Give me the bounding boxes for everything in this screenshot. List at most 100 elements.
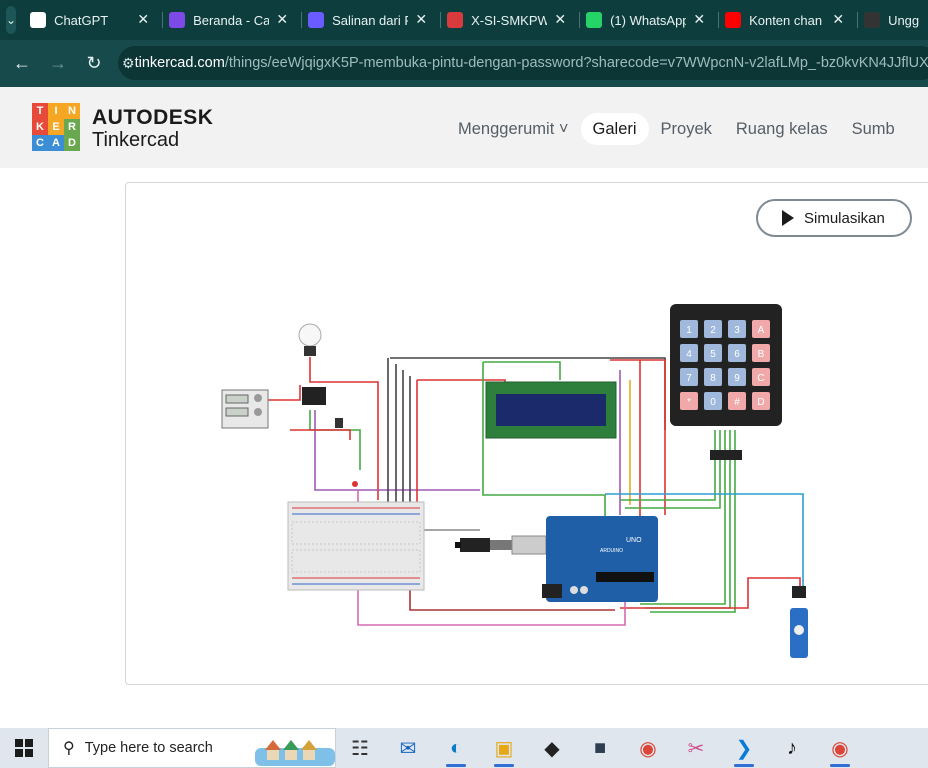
- close-icon[interactable]: ✕: [554, 11, 566, 28]
- task-view-icon[interactable]: ☷: [336, 728, 384, 768]
- close-icon[interactable]: ✕: [276, 11, 288, 28]
- taskbar-search[interactable]: ⚲ Type here to search: [48, 728, 336, 768]
- keypad-key-label: 8: [710, 373, 716, 384]
- taskbar-apps: ☷ ✉ ◐ ▣ ◆ ■ ◉ ✂ ❯ ♪ ◉: [336, 728, 864, 768]
- keypad[interactable]: 1 2 3 A 4 5 6 B 7 8 9 C * 0 # D: [670, 304, 782, 460]
- tab-title: Salinan dari Pr: [332, 12, 408, 28]
- tab-title: (1) WhatsApp: [610, 12, 687, 28]
- browser-tab[interactable]: Beranda - Canva ✕: [163, 0, 303, 40]
- keypad-key-label: D: [757, 397, 764, 408]
- reload-icon: ↻: [86, 53, 102, 73]
- relay[interactable]: [302, 387, 326, 405]
- arduino-brand-text: ARDUINO: [600, 548, 623, 554]
- keypad-key-label: 6: [734, 349, 740, 360]
- youtube-icon: [725, 12, 742, 28]
- keypad-key-label: *: [687, 397, 691, 408]
- transistor[interactable]: [335, 418, 343, 428]
- browser-tab[interactable]: X-SI-SMKPW ✕: [441, 0, 581, 40]
- arduino-board[interactable]: UNO ARDUINO: [542, 516, 658, 602]
- simulate-button[interactable]: Simulasikan: [756, 199, 912, 237]
- arduino-uno-text: UNO: [626, 537, 642, 544]
- close-icon[interactable]: ✕: [832, 11, 844, 28]
- logo-letter: N: [64, 103, 80, 119]
- browser-tab[interactable]: Konten chan ✕: [719, 0, 859, 40]
- browser-tab[interactable]: ChatGPT ✕: [24, 0, 164, 40]
- search-placeholder: Type here to search: [84, 740, 213, 756]
- close-icon[interactable]: ✕: [693, 11, 705, 28]
- servo-motor[interactable]: [790, 586, 808, 658]
- start-button[interactable]: [0, 728, 48, 768]
- site-info-icon[interactable]: ⚙: [122, 55, 135, 72]
- logo-letter: D: [64, 135, 80, 151]
- url-host: tinkercad.com: [134, 55, 225, 71]
- github-icon: [864, 12, 881, 28]
- breadboard[interactable]: [287, 501, 425, 591]
- windows-icon: [15, 739, 33, 757]
- logo-letter: K: [32, 119, 48, 135]
- address-bar[interactable]: ⚙ tinkercad.com/things/eeWjqigxK5P-membu…: [118, 46, 928, 80]
- keypad-key-label: #: [734, 397, 740, 408]
- play-icon: [782, 210, 794, 226]
- chatgpt-icon: [30, 12, 47, 28]
- tab-title: X-SI-SMKPW: [471, 12, 548, 28]
- tab-title: ChatGPT: [54, 12, 109, 28]
- chevron-down-icon: ⌄: [6, 13, 17, 27]
- search-icon: ⚲: [63, 740, 75, 757]
- circuit-diagram[interactable]: 1 2 3 A 4 5 6 B 7 8 9 C * 0 # D UNO ARDUINO: [200, 290, 840, 670]
- forward-button[interactable]: →: [40, 46, 76, 82]
- back-button[interactable]: ←: [4, 46, 40, 82]
- close-icon[interactable]: ✕: [137, 11, 149, 28]
- browser-tab-strip: ⌄ ChatGPT✕Beranda - Canva✕Salinan dari P…: [0, 0, 928, 40]
- vscode-icon[interactable]: ❯: [720, 728, 768, 768]
- logo-letter: E: [48, 119, 64, 135]
- search-highlight-icon: [255, 740, 335, 766]
- keypad-key-label: 4: [686, 349, 692, 360]
- light-bulb[interactable]: [298, 323, 322, 356]
- nav-item-sumb[interactable]: Sumb: [840, 113, 907, 145]
- dropbox-icon[interactable]: ◆: [528, 728, 576, 768]
- close-icon[interactable]: ✕: [415, 11, 427, 28]
- file-explorer-icon[interactable]: ▣: [480, 728, 528, 768]
- windows-taskbar: ⚲ Type here to search ☷ ✉ ◐ ▣ ◆ ■ ◉ ✂ ❯ ♪ ◉: [0, 728, 928, 768]
- logo-letter: A: [48, 135, 64, 151]
- simulate-label: Simulasikan: [804, 209, 885, 227]
- mail-icon[interactable]: ✉: [384, 728, 432, 768]
- brand-tinkercad: Tinkercad: [92, 129, 180, 151]
- led[interactable]: [352, 481, 358, 487]
- tab-title: Konten chan: [749, 12, 823, 28]
- keypad-key-label: 1: [686, 325, 692, 336]
- keypad-key-label: 2: [710, 325, 716, 336]
- tiktok-icon[interactable]: ♪: [768, 728, 816, 768]
- browser-toolbar: ← → ↻ ⚙ tinkercad.com/things/eeWjqigxK5P…: [0, 40, 928, 87]
- logo-letter: R: [64, 119, 80, 135]
- url-path: /things/eeWjqigxK5P-membuka-pintu-dengan…: [224, 55, 928, 71]
- site-nav: Menggerumit ˅ Galeri Proyek Ruang kelas Sumb: [446, 113, 907, 145]
- chrome-icon[interactable]: ◉: [624, 728, 672, 768]
- usb-cable: [455, 535, 547, 555]
- keypad-key-label: A: [758, 325, 765, 336]
- browser-tab[interactable]: Salinan dari Pr ✕: [302, 0, 442, 40]
- lcd-display[interactable]: [485, 381, 617, 439]
- edge-icon[interactable]: ◐: [432, 728, 480, 768]
- logo-letter: I: [48, 103, 64, 119]
- power-supply[interactable]: [221, 389, 269, 429]
- nav-item-menggerumit[interactable]: Menggerumit ˅: [446, 113, 581, 145]
- classroom-icon: [447, 12, 464, 28]
- tab-search-button[interactable]: ⌄: [6, 6, 17, 34]
- browser-tab[interactable]: Ungg: [858, 0, 928, 40]
- nav-item-proyek[interactable]: Proyek: [649, 113, 724, 145]
- snipping-icon[interactable]: ✂: [672, 728, 720, 768]
- keypad-key-label: 5: [710, 349, 716, 360]
- chrome-profile-icon[interactable]: ◉: [816, 728, 864, 768]
- nav-item-ruang-kelas[interactable]: Ruang kelas: [724, 113, 840, 145]
- copy-doc-icon: [308, 12, 325, 28]
- keypad-key-label: 7: [686, 373, 692, 384]
- brand-autodesk: AUTODESK: [92, 106, 214, 129]
- nav-item-galeri[interactable]: Galeri: [580, 113, 649, 145]
- reload-button[interactable]: ↻: [76, 46, 112, 82]
- tab-title: Ungg: [888, 12, 920, 28]
- tinkercad-logo[interactable]: TINKERCAD: [32, 103, 80, 151]
- app-icon[interactable]: ■: [576, 728, 624, 768]
- browser-tab[interactable]: (1) WhatsApp ✕: [580, 0, 720, 40]
- keypad-key-label: C: [757, 373, 764, 384]
